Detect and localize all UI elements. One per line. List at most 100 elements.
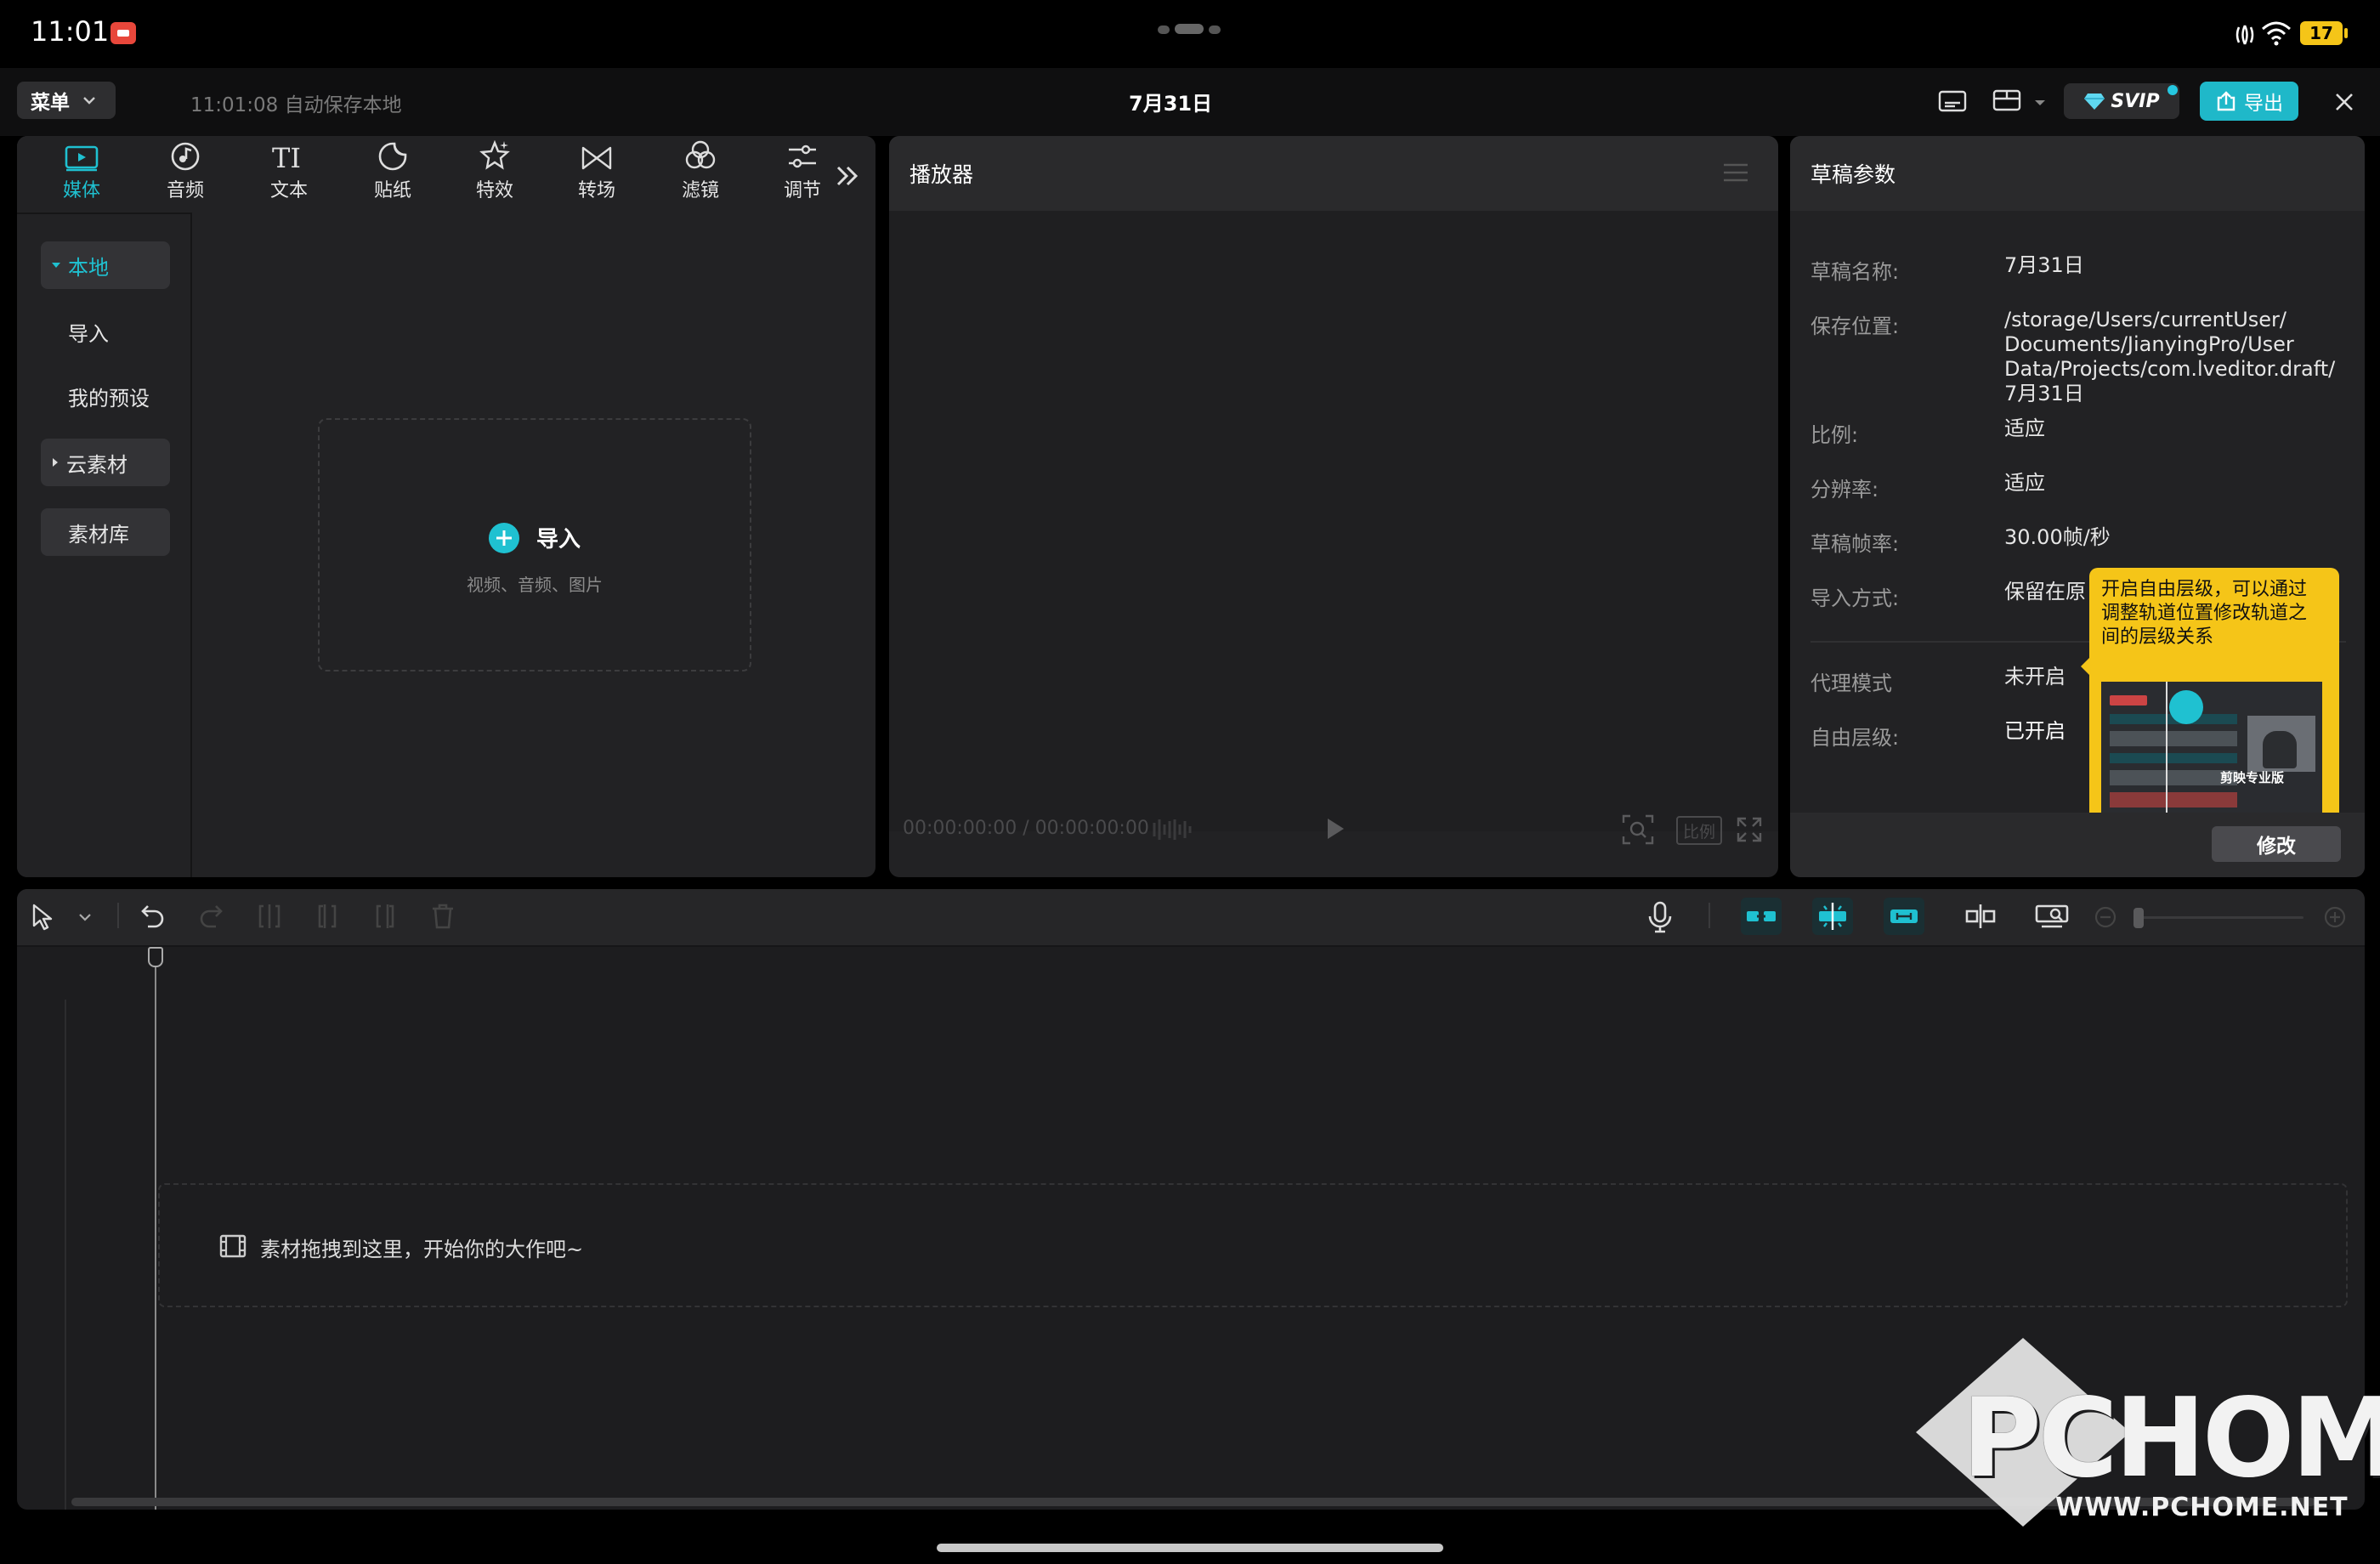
battery-icon: 17 [2300, 21, 2343, 45]
player-title: 播放器 [910, 162, 974, 187]
link-icon [1890, 910, 1918, 923]
param-label-free-layer: 自由层级: [1810, 726, 1900, 750]
autosave-status: 11:01:08 自动保存本地 [190, 94, 402, 116]
sidebar-label-library: 素材库 [68, 522, 129, 547]
import-row: 导入 [320, 522, 750, 553]
layout-icon[interactable] [1992, 88, 2021, 114]
playhead-handle[interactable] [148, 947, 163, 967]
delete-icon[interactable] [430, 903, 456, 930]
zoom-slider-thumb[interactable] [2134, 908, 2144, 928]
subtitle-view-icon[interactable] [1938, 88, 1967, 114]
menu-button[interactable]: 菜单 [17, 82, 116, 119]
tooltip-line: 间的层级关系 [2101, 626, 2214, 648]
close-icon[interactable] [2334, 92, 2354, 112]
sidebar-item-library[interactable]: 素材库 [41, 508, 170, 556]
tab-label-sticker: 贴纸 [373, 180, 411, 201]
tooltip-line: 开启自由层级，可以通过 [2101, 579, 2308, 600]
tab-effects[interactable]: 特效 [444, 136, 546, 209]
undo-icon[interactable] [139, 903, 167, 930]
tab-sticker[interactable]: 贴纸 [342, 136, 444, 209]
sidebar-item-presets[interactable]: 我的预设 [41, 372, 170, 420]
ratio-button[interactable]: 比例 [1676, 816, 1722, 845]
tab-text[interactable]: TI 文本 [238, 136, 340, 209]
tab-label-transition: 转场 [577, 180, 615, 201]
media-tabs-bar: 媒体 音频 TI 文本 贴纸 特效 转场 滤镜 调节 [17, 136, 876, 212]
import-title: 导入 [536, 527, 581, 552]
tab-label-effects: 特效 [475, 180, 513, 201]
sidebar-item-cloud[interactable]: 云素材 [41, 439, 170, 486]
effects-icon [479, 139, 510, 170]
expand-tabs-icon[interactable] [835, 165, 860, 187]
split-icon[interactable] [257, 903, 282, 930]
param-value-resolution: 适应 [2004, 471, 2045, 495]
snap-icon [1819, 903, 1846, 930]
svg-text:TI: TI [272, 143, 301, 172]
param-value-name: 7月31日 [2004, 253, 2084, 277]
auto-snap-button[interactable] [1812, 898, 1853, 935]
tab-media[interactable]: 媒体 [31, 136, 133, 209]
sidebar-item-local[interactable]: 本地 [41, 241, 170, 289]
player-menu-icon[interactable] [1722, 162, 1749, 184]
caret-right-icon [53, 458, 58, 467]
tooltip-preview-image: 剪映专业版 [2101, 682, 2322, 813]
filter-icon [685, 140, 716, 169]
export-button[interactable]: 导出 [2200, 82, 2298, 121]
pchome-url: WWW.PCHOME.NET [2055, 1493, 2349, 1522]
tab-filter[interactable]: 滤镜 [649, 136, 751, 209]
home-indicator[interactable] [937, 1544, 1443, 1552]
battery-level: 17 [2309, 23, 2333, 43]
linkage-button[interactable] [1884, 898, 1924, 935]
player-panel: 播放器 00:00:00:00 / 00:00:00:00 比例 [889, 136, 1778, 877]
zoom-out-icon[interactable] [2094, 906, 2116, 928]
tab-label-media: 媒体 [62, 180, 100, 201]
screen-record-icon [110, 22, 136, 44]
preview-axis-icon[interactable] [1964, 903, 1998, 930]
microphone-icon[interactable] [1647, 901, 1673, 933]
fit-zoom-icon[interactable] [1622, 814, 1654, 845]
param-label-proxy: 代理模式 [1810, 672, 1892, 695]
redo-icon[interactable] [197, 903, 224, 930]
timeline-toolbar [17, 889, 2365, 947]
tooltip-card: 开启自由层级，可以通过 调整轨道位置修改轨道之 间的层级关系 剪映专业版 [2089, 568, 2339, 813]
select-cursor-icon[interactable] [31, 903, 56, 932]
adjust-icon [789, 144, 816, 168]
wifi-icon [2262, 21, 2291, 46]
main-track-magnet-button[interactable] [1741, 898, 1782, 935]
param-label-resolution: 分辨率: [1810, 478, 1879, 502]
layout-dropdown-icon[interactable] [2033, 99, 2047, 107]
film-strip-icon [219, 1234, 246, 1258]
multitask-dots-icon[interactable] [1158, 24, 1222, 34]
status-bar: 11:01 17 [0, 0, 2380, 68]
select-mode-dropdown-icon[interactable] [78, 913, 92, 921]
svip-button[interactable]: SVIP [2064, 83, 2179, 119]
sidebar-label-import: 导入 [68, 321, 109, 346]
tab-transition[interactable]: 转场 [546, 136, 648, 209]
player-viewport [889, 211, 1778, 831]
sidebar-item-import[interactable]: 导入 [41, 308, 170, 355]
tab-audio[interactable]: 音频 [134, 136, 236, 209]
fullscreen-icon[interactable] [1736, 816, 1763, 843]
location-line: 7月31日 [2004, 382, 2084, 405]
import-dropzone[interactable]: 导入 视频、音频、图片 [318, 418, 751, 672]
player-timecode: 00:00:00:00 / 00:00:00:00 [903, 818, 1149, 839]
timeline-dropzone[interactable]: 素材拖拽到这里，开始你的大作吧~ [158, 1183, 2348, 1307]
edit-button[interactable]: 修改 [2212, 826, 2341, 862]
svip-dot [2168, 85, 2178, 95]
timeline-preview-icon[interactable] [2035, 903, 2069, 930]
text-icon: TI [272, 143, 301, 172]
nfc-icon [2236, 25, 2254, 45]
diamond-icon [2084, 94, 2105, 110]
tooltip-text: 开启自由层级，可以通过 调整轨道位置修改轨道之 间的层级关系 [2101, 578, 2331, 649]
play-icon[interactable] [1324, 816, 1346, 842]
trim-right-icon[interactable] [372, 903, 398, 930]
add-circle-icon [488, 522, 519, 553]
draft-params-header: 草稿参数 [1790, 136, 2365, 211]
timeline-drop-hint: 素材拖拽到这里，开始你的大作吧~ [260, 1238, 584, 1261]
zoom-in-icon[interactable] [2324, 906, 2346, 928]
param-value-proxy: 未开启 [2004, 665, 2066, 688]
param-label-ratio: 比例: [1810, 423, 1859, 447]
zoom-slider-track[interactable] [2137, 916, 2304, 919]
caret-down-icon [52, 263, 60, 268]
edit-label: 修改 [2257, 836, 2296, 858]
trim-left-icon[interactable] [314, 903, 340, 930]
